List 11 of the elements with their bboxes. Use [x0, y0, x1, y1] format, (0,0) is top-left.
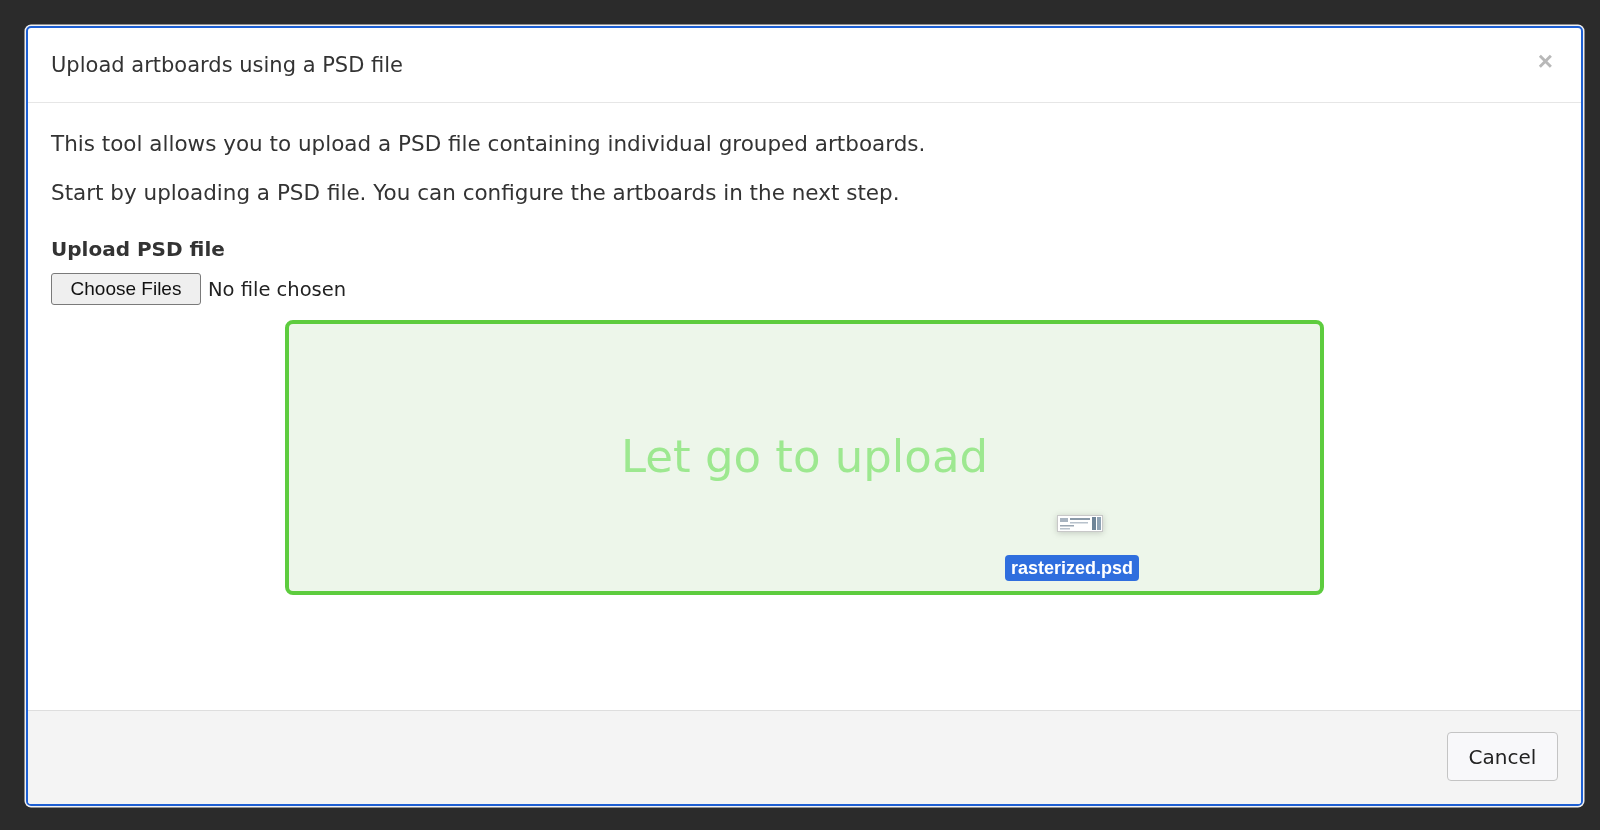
cancel-button[interactable]: Cancel	[1447, 732, 1558, 781]
description-text: This tool allows you to upload a PSD file containing individual grouped artboards.	[51, 130, 927, 158]
description-text: Start by uploading a PSD file. You can configure the artboards in the next step.	[51, 179, 901, 207]
choose-files-button[interactable]: Choose Files	[51, 273, 201, 305]
drop-message: Let go to upload	[620, 430, 989, 483]
field-label: Upload PSD file	[51, 236, 226, 263]
drop-zone[interactable]: Let go to upload rasterized.psd	[285, 320, 1324, 595]
dragged-file-name: rasterized.psd	[1005, 555, 1140, 581]
dialog-title: Upload artboards using a PSD file	[51, 53, 404, 77]
file-thumbnail-icon	[1057, 515, 1103, 532]
file-status-text: No file chosen	[208, 277, 347, 301]
